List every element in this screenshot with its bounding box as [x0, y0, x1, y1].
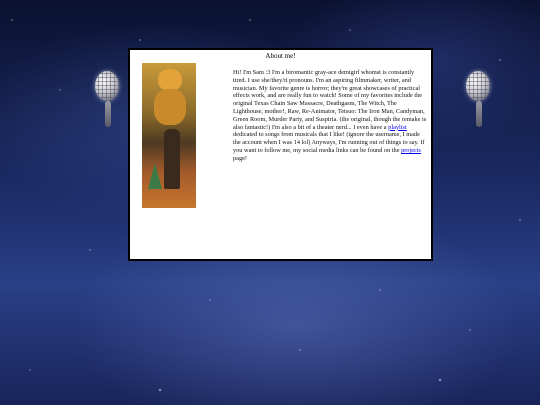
bio-text-part: dedicated to songs from musicals that I …: [233, 131, 425, 154]
projects-link[interactable]: projects: [401, 147, 421, 154]
disco-ball: [95, 71, 119, 101]
plush-body: [154, 89, 186, 125]
tree: [148, 163, 162, 189]
disco-ball: [466, 71, 490, 101]
disco-ball-tail: [105, 101, 111, 127]
about-me-window: About me! Hi! I'm Sam :3 I'm a biromanti…: [128, 48, 433, 261]
figure: [164, 129, 180, 189]
disco-ball-icon: [466, 71, 492, 127]
bio-text-part: page!: [233, 154, 247, 162]
bio-text-part: Hi! I'm Sam :3 I'm a biromantic gray-ace…: [233, 69, 427, 131]
disco-ball-icon: [95, 71, 121, 127]
plush-head: [158, 69, 182, 91]
bio-text: Hi! I'm Sam :3 I'm a biromantic gray-ace…: [233, 69, 427, 163]
playlist-link[interactable]: playlist: [388, 124, 407, 131]
window-title: About me!: [265, 52, 296, 60]
profile-photo: [142, 63, 196, 208]
disco-ball-tail: [476, 101, 482, 127]
